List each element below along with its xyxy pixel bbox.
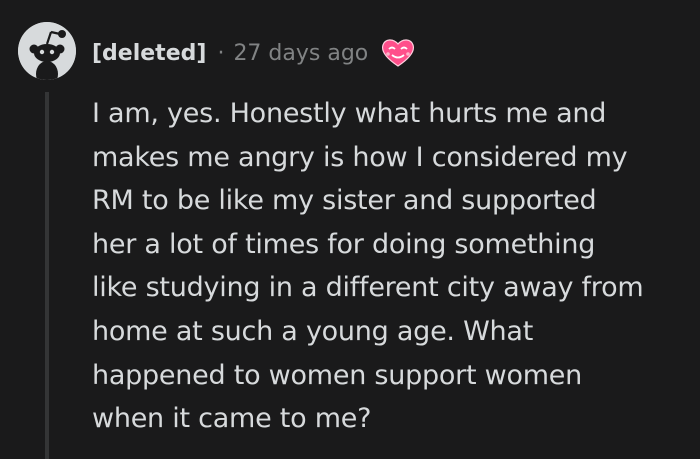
comment-body-line: makes me angry is how I considered my [92, 141, 628, 173]
heart-eyes-award-icon[interactable] [380, 38, 416, 68]
comment-timestamp[interactable]: 27 days ago [233, 41, 368, 66]
comment-body-line: her a lot of times for doing something [92, 228, 596, 260]
comment-body-line: I am, yes. Honestly what hurts me and [92, 98, 607, 129]
comment-body-line: when it came to me? [92, 403, 372, 435]
comment-body: I am, yes. Honestly what hurts me and ma… [92, 92, 682, 441]
user-avatar-icon[interactable] [18, 22, 76, 80]
comment: [deleted] · 27 days ago I am, yes. Hones… [0, 0, 700, 459]
comment-meta: [deleted] · 27 days ago [92, 35, 416, 71]
thread-collapse-line[interactable] [45, 92, 49, 459]
comment-body-line: RM to be like my sister and supported [92, 185, 597, 217]
meta-separator: · [217, 40, 225, 66]
author-name[interactable]: [deleted] [92, 41, 206, 66]
comment-body-line: happened to women support women [92, 359, 583, 391]
comment-body-line: home at such a young age. What [92, 315, 534, 347]
comment-body-line: like studying in a different city away f… [92, 272, 644, 304]
